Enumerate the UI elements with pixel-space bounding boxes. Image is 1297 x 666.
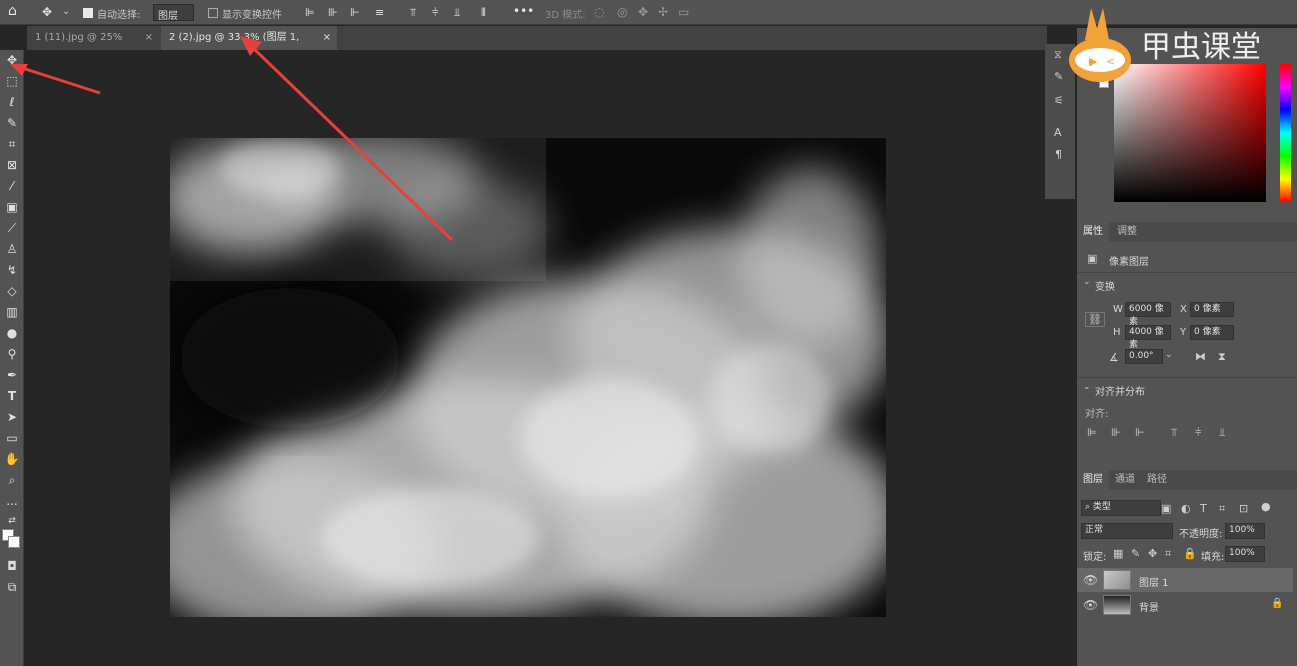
annotation-arrow-1: [15, 64, 101, 95]
annotation-arrow-2: [248, 43, 454, 242]
annotation-arrows: [10, 36, 454, 242]
